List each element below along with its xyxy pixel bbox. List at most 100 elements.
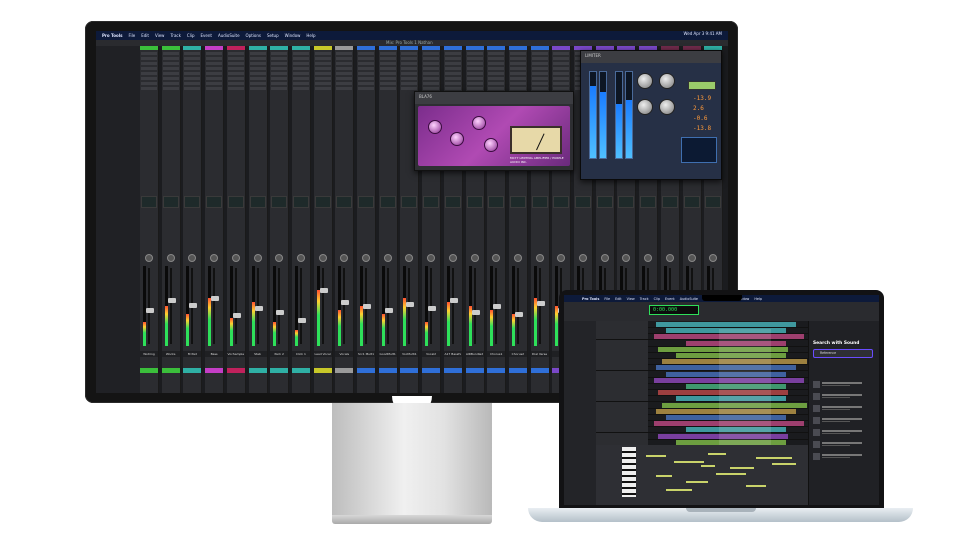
release-knob[interactable] <box>637 99 653 115</box>
track-header[interactable] <box>596 358 648 365</box>
fader-track[interactable] <box>148 268 150 344</box>
channel-strip[interactable]: Click 1 <box>291 46 311 393</box>
track-header[interactable] <box>596 432 648 439</box>
pan-knob[interactable] <box>470 254 479 262</box>
track-header[interactable] <box>596 414 648 420</box>
fader-track[interactable] <box>234 268 237 344</box>
channel-name[interactable]: VocMulti1 <box>400 351 419 357</box>
channel-name[interactable]: Perk 2 <box>270 351 289 357</box>
channel-name[interactable]: Dial Verse <box>530 351 549 357</box>
pan-knob[interactable] <box>231 254 240 262</box>
fader-track[interactable] <box>321 268 324 344</box>
insert-send-slots[interactable] <box>401 52 418 92</box>
channel-strip[interactable]: M Pad <box>183 46 203 393</box>
channel-strip[interactable]: Lead Vocal <box>313 46 333 393</box>
track-header[interactable] <box>596 345 648 352</box>
channel-name[interactable]: M Pad <box>183 351 202 357</box>
insert-send-slots[interactable] <box>444 52 461 92</box>
fader-cap[interactable] <box>146 308 154 313</box>
menu-item[interactable]: Edit <box>141 33 149 38</box>
fader-cap[interactable] <box>189 303 198 308</box>
pan-knob[interactable] <box>210 254 219 262</box>
menu-item[interactable]: Edit <box>615 297 622 301</box>
insert-send-slots[interactable] <box>249 52 266 92</box>
input-knob[interactable] <box>428 120 442 134</box>
channel-strip[interactable]: Wocks <box>161 46 181 393</box>
track-header[interactable] <box>596 407 648 414</box>
insert-send-slots[interactable] <box>509 52 526 92</box>
channel-strip[interactable]: Perk 2 <box>270 46 290 393</box>
menu-item[interactable]: File <box>129 33 136 38</box>
track-header[interactable] <box>596 370 648 377</box>
menu-item[interactable]: View <box>155 33 165 38</box>
pan-knob[interactable] <box>600 254 609 262</box>
sound-result-item[interactable] <box>813 405 873 412</box>
insert-send-slots[interactable] <box>227 52 244 92</box>
fader-cap[interactable] <box>297 318 306 323</box>
menu-item[interactable]: View <box>627 297 635 301</box>
track-header[interactable] <box>596 321 648 327</box>
insert-send-slots[interactable] <box>162 52 179 92</box>
pan-knob[interactable] <box>448 254 457 262</box>
fader-cap[interactable] <box>384 308 393 313</box>
menu-item[interactable]: Window <box>285 33 301 38</box>
pan-knob[interactable] <box>709 254 718 262</box>
channel-strip[interactable]: Stab <box>248 46 268 393</box>
fader-cap[interactable] <box>514 312 523 317</box>
pan-knob[interactable] <box>340 254 349 262</box>
piano-keys[interactable] <box>622 447 636 497</box>
midi-note[interactable] <box>708 453 726 455</box>
midi-note[interactable] <box>674 461 704 463</box>
bla76-plugin-window[interactable]: BLA76 MC77 LIMITING AMPLIFIER / PURPLE A… <box>414 91 574 171</box>
channel-name[interactable]: Src1 Mult1 <box>357 351 375 357</box>
fader-cap[interactable] <box>211 296 220 301</box>
menu-item[interactable]: Setup <box>267 33 279 38</box>
pan-knob[interactable] <box>492 254 501 262</box>
insert-send-slots[interactable] <box>358 52 374 92</box>
fader-cap[interactable] <box>167 298 176 303</box>
channel-strip[interactable]: VocSample <box>226 46 246 393</box>
pan-knob[interactable] <box>253 254 262 262</box>
track-header[interactable] <box>596 438 648 445</box>
fader-track[interactable] <box>343 268 346 344</box>
channel-name[interactable]: Chorus2 <box>508 351 527 357</box>
gain-knob[interactable] <box>659 99 675 115</box>
pan-knob[interactable] <box>622 254 631 262</box>
insert-send-slots[interactable] <box>488 52 505 92</box>
ceiling-knob[interactable] <box>659 73 675 89</box>
fader-track[interactable] <box>473 268 476 344</box>
track-header[interactable] <box>596 327 648 334</box>
channel-name[interactable]: AIRBundled <box>465 351 484 357</box>
menu-item[interactable]: Clip <box>187 33 195 38</box>
reference-button[interactable]: Reference <box>813 349 873 358</box>
midi-note[interactable] <box>772 463 796 465</box>
pan-knob[interactable] <box>405 254 414 262</box>
limiter-plugin-window[interactable]: LIMITER -13.9 2.6 -0.6 -13.8 <box>580 50 722 180</box>
channel-name[interactable]: Chorus1 <box>487 351 506 357</box>
track-header[interactable] <box>596 389 648 396</box>
tracks-list-panel[interactable] <box>96 46 141 393</box>
track-header[interactable] <box>596 420 648 427</box>
track-header[interactable] <box>596 395 648 402</box>
midi-note[interactable] <box>666 489 692 491</box>
menu-item[interactable]: Help <box>754 297 762 301</box>
channel-name[interactable]: Stab <box>248 351 267 357</box>
channel-strip[interactable]: Bass <box>205 46 225 393</box>
sound-result-item[interactable] <box>813 453 873 460</box>
menu-item[interactable]: Clip <box>654 297 660 301</box>
tracks-list-panel[interactable] <box>564 321 597 505</box>
midi-note[interactable] <box>656 475 672 477</box>
fader-cap[interactable] <box>319 288 328 293</box>
fader-track[interactable] <box>386 268 389 344</box>
fader-cap[interactable] <box>341 300 350 305</box>
pan-knob[interactable] <box>644 254 653 262</box>
fader-track[interactable] <box>538 268 541 344</box>
channel-strip[interactable]: Src1 Mult1 <box>357 46 376 393</box>
channel-name[interactable]: VocSample <box>226 351 245 357</box>
fader-track[interactable] <box>278 268 281 344</box>
fader-cap[interactable] <box>471 310 480 315</box>
pan-knob[interactable] <box>557 254 566 262</box>
pan-knob[interactable] <box>362 254 370 262</box>
channel-name[interactable]: Lead Vocal <box>313 351 332 357</box>
insert-send-slots[interactable] <box>553 52 570 92</box>
